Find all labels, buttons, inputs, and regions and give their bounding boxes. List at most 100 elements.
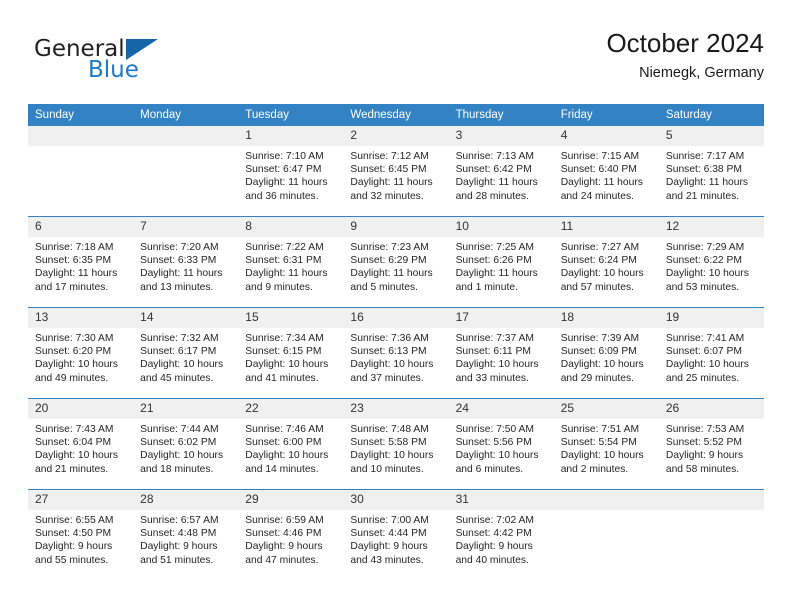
calendar-day-cell[interactable]: 31 Sunrise: 7:02 AM Sunset: 4:42 PM Dayligh… [448, 489, 554, 580]
daylight-duration-line1: Daylight: 10 hours [560, 450, 644, 462]
day-details: Sunrise: 7:15 AM Sunset: 6:40 PM Daylight:… [554, 146, 659, 203]
calendar-day-cell[interactable]: 5 Sunrise: 7:17 AM Sunset: 6:38 PM Daylight… [658, 126, 764, 217]
day-details: Sunrise: 7:36 AM Sunset: 6:13 PM Daylight:… [343, 328, 448, 385]
daylight-duration-line1: Daylight: 11 hours [455, 268, 538, 280]
calendar-day-cell[interactable]: 18 Sunrise: 7:39 AM Sunset: 6:09 PM Dayligh… [553, 307, 659, 399]
calendar-day-cell[interactable]: 12 Sunrise: 7:29 AM Sunset: 6:22 PM Dayligh… [658, 216, 764, 308]
calendar-day-cell[interactable]: 24 Sunrise: 7:50 AM Sunset: 5:56 PM Dayligh… [448, 398, 554, 490]
sunrise-time: Sunrise: 7:15 AM [560, 151, 640, 162]
sunset-time: Sunset: 5:52 PM [665, 437, 742, 449]
calendar-day-cell-empty [553, 489, 659, 580]
day-number: 18 [553, 308, 659, 328]
calendar-day-cell[interactable]: 27 Sunrise: 6:55 AM Sunset: 4:50 PM Dayligh… [28, 489, 134, 580]
daylight-duration-line1: Daylight: 11 hours [245, 268, 328, 280]
calendar-day-cell[interactable]: 26 Sunrise: 7:53 AM Sunset: 5:52 PM Dayligh… [658, 398, 764, 490]
calendar-day-cell[interactable]: 23 Sunrise: 7:48 AM Sunset: 5:58 PM Dayligh… [343, 398, 449, 490]
day-number: 9 [343, 217, 449, 237]
sunset-time: Sunset: 5:56 PM [455, 437, 532, 449]
daylight-duration-line1: Daylight: 10 hours [140, 450, 224, 462]
calendar-day-cell[interactable]: 8 Sunrise: 7:22 AM Sunset: 6:31 PM Daylight… [238, 216, 344, 308]
calendar-day-cell-empty [133, 126, 239, 217]
day-number: 4 [553, 126, 659, 146]
calendar-day-cell[interactable]: 1 Sunrise: 7:10 AM Sunset: 6:47 PM Daylight… [238, 126, 344, 217]
calendar-week-row: 6 Sunrise: 7:18 AM Sunset: 6:35 PM Daylight… [28, 216, 764, 308]
daylight-duration-line1: Daylight: 11 hours [140, 268, 223, 280]
calendar-day-cell[interactable]: 25 Sunrise: 7:51 AM Sunset: 5:54 PM Dayligh… [553, 398, 659, 490]
daylight-duration-line2: and 28 minutes. [455, 190, 529, 202]
sunset-time: Sunset: 6:17 PM [140, 346, 217, 358]
day-number: 31 [448, 490, 554, 510]
sunset-time: Sunset: 5:58 PM [350, 437, 427, 449]
daylight-duration-line2: and 9 minutes. [245, 281, 313, 293]
calendar-body: 1 Sunrise: 7:10 AM Sunset: 6:47 PM Daylight… [28, 126, 764, 580]
sunrise-time: Sunrise: 7:34 AM [245, 333, 324, 344]
daylight-duration-line2: and 41 minutes. [245, 372, 319, 384]
day-number: 15 [238, 308, 344, 328]
calendar-day-cell[interactable]: 10 Sunrise: 7:25 AM Sunset: 6:26 PM Dayligh… [448, 216, 554, 308]
daylight-duration-line2: and 17 minutes. [35, 281, 109, 293]
general-blue-logo[interactable]: General Blue [28, 26, 258, 88]
daylight-duration-line2: and 32 minutes. [350, 190, 424, 202]
sunrise-time: Sunrise: 7:36 AM [350, 333, 429, 344]
daylight-duration-line1: Daylight: 10 hours [455, 359, 539, 371]
logo-text-blue: Blue [88, 57, 139, 83]
weekday-header-tuesday: Tuesday [238, 104, 344, 126]
calendar-day-cell[interactable]: 17 Sunrise: 7:37 AM Sunset: 6:11 PM Dayligh… [448, 307, 554, 399]
weekday-header-friday: Friday [553, 104, 659, 126]
sunrise-time: Sunrise: 7:51 AM [560, 424, 640, 435]
sunrise-time: Sunrise: 7:44 AM [140, 424, 219, 435]
calendar-day-cell[interactable]: 19 Sunrise: 7:41 AM Sunset: 6:07 PM Dayligh… [658, 307, 764, 399]
day-details: Sunrise: 7:44 AM Sunset: 6:02 PM Daylight:… [133, 419, 238, 476]
sunrise-time: Sunrise: 7:43 AM [35, 424, 114, 435]
day-number: 1 [238, 126, 344, 146]
sunset-time: Sunset: 4:44 PM [350, 528, 427, 540]
day-details: Sunrise: 7:43 AM Sunset: 6:04 PM Daylight:… [28, 419, 133, 476]
daylight-duration-line1: Daylight: 9 hours [665, 450, 744, 462]
sunset-time: Sunset: 4:46 PM [245, 528, 322, 540]
daylight-duration-line1: Daylight: 10 hours [35, 450, 118, 462]
day-number: 6 [28, 217, 134, 237]
calendar-day-cell[interactable]: 3 Sunrise: 7:13 AM Sunset: 6:42 PM Daylight… [448, 126, 554, 217]
day-number: 19 [658, 308, 764, 328]
daylight-duration-line1: Daylight: 11 hours [350, 177, 433, 189]
calendar-day-cell[interactable]: 4 Sunrise: 7:15 AM Sunset: 6:40 PM Daylight… [553, 126, 659, 217]
calendar-day-cell[interactable]: 15 Sunrise: 7:34 AM Sunset: 6:15 PM Dayligh… [238, 307, 344, 399]
daylight-duration-line1: Daylight: 10 hours [35, 359, 118, 371]
sunset-time: Sunset: 6:29 PM [350, 255, 427, 267]
calendar-day-cell[interactable]: 7 Sunrise: 7:20 AM Sunset: 6:33 PM Daylight… [133, 216, 239, 308]
calendar-day-cell[interactable]: 29 Sunrise: 6:59 AM Sunset: 4:46 PM Dayligh… [238, 489, 344, 580]
daylight-duration-line2: and 40 minutes. [455, 554, 529, 566]
calendar-day-cell[interactable]: 13 Sunrise: 7:30 AM Sunset: 6:20 PM Dayligh… [28, 307, 134, 399]
calendar-day-cell[interactable]: 30 Sunrise: 7:00 AM Sunset: 4:44 PM Dayligh… [343, 489, 449, 580]
day-details: Sunrise: 6:55 AM Sunset: 4:50 PM Daylight:… [28, 510, 133, 567]
sunrise-time: Sunrise: 7:20 AM [140, 242, 219, 253]
sunrise-time: Sunrise: 6:59 AM [245, 515, 324, 526]
daylight-duration-line1: Daylight: 10 hours [665, 268, 749, 280]
daylight-duration-line2: and 14 minutes. [245, 463, 319, 475]
calendar-day-cell[interactable]: 20 Sunrise: 7:43 AM Sunset: 6:04 PM Dayligh… [28, 398, 134, 490]
day-details: Sunrise: 7:48 AM Sunset: 5:58 PM Daylight:… [343, 419, 448, 476]
day-details: Sunrise: 7:37 AM Sunset: 6:11 PM Daylight:… [449, 328, 554, 385]
calendar-day-cell[interactable]: 21 Sunrise: 7:44 AM Sunset: 6:02 PM Dayligh… [133, 398, 239, 490]
calendar-day-cell[interactable]: 11 Sunrise: 7:27 AM Sunset: 6:24 PM Dayligh… [553, 216, 659, 308]
calendar-day-cell[interactable]: 2 Sunrise: 7:12 AM Sunset: 6:45 PM Daylight… [343, 126, 449, 217]
calendar-day-cell[interactable]: 22 Sunrise: 7:46 AM Sunset: 6:00 PM Dayligh… [238, 398, 344, 490]
daylight-duration-line2: and 49 minutes. [35, 372, 109, 384]
day-details: Sunrise: 7:30 AM Sunset: 6:20 PM Daylight:… [28, 328, 133, 385]
calendar-week-row: 27 Sunrise: 6:55 AM Sunset: 4:50 PM Dayligh… [28, 489, 764, 580]
day-number: 8 [238, 217, 344, 237]
calendar-day-cell[interactable]: 6 Sunrise: 7:18 AM Sunset: 6:35 PM Daylight… [28, 216, 134, 308]
calendar-day-cell[interactable]: 28 Sunrise: 6:57 AM Sunset: 4:48 PM Dayligh… [133, 489, 239, 580]
daylight-duration-line1: Daylight: 11 hours [35, 268, 118, 280]
daylight-duration-line1: Daylight: 9 hours [140, 541, 218, 553]
calendar-day-cell[interactable]: 14 Sunrise: 7:32 AM Sunset: 6:17 PM Dayligh… [133, 307, 239, 399]
sunset-time: Sunset: 6:13 PM [350, 346, 427, 358]
sunset-time: Sunset: 6:02 PM [140, 437, 217, 449]
daylight-duration-line2: and 36 minutes. [245, 190, 319, 202]
sunrise-time: Sunrise: 7:32 AM [140, 333, 219, 344]
calendar-day-cell[interactable]: 9 Sunrise: 7:23 AM Sunset: 6:29 PM Daylight… [343, 216, 449, 308]
sunset-time: Sunset: 6:38 PM [665, 164, 742, 176]
day-number: 10 [448, 217, 554, 237]
calendar-day-cell[interactable]: 16 Sunrise: 7:36 AM Sunset: 6:13 PM Dayligh… [343, 307, 449, 399]
day-details: Sunrise: 7:27 AM Sunset: 6:24 PM Daylight:… [554, 237, 659, 294]
